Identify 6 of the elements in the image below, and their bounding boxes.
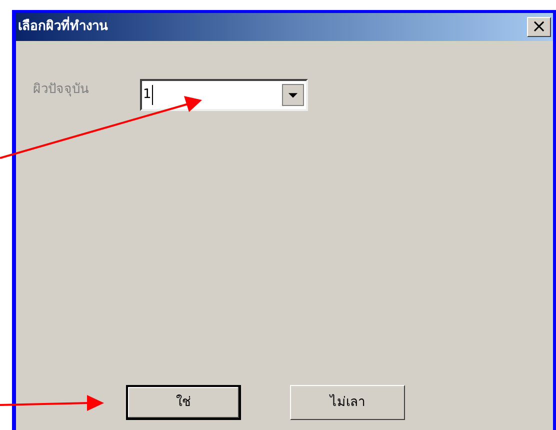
dialog-button[interactable]: ไม่เลา bbox=[290, 385, 405, 420]
close-button[interactable]: × bbox=[527, 17, 551, 37]
dialog-button[interactable]: ใช่ bbox=[126, 385, 241, 420]
field-value: 1 bbox=[143, 85, 154, 105]
field-label: ผิวปัจจุบัน bbox=[33, 81, 89, 99]
window-title: เลือกผิวที่ทำงาน bbox=[18, 17, 108, 37]
